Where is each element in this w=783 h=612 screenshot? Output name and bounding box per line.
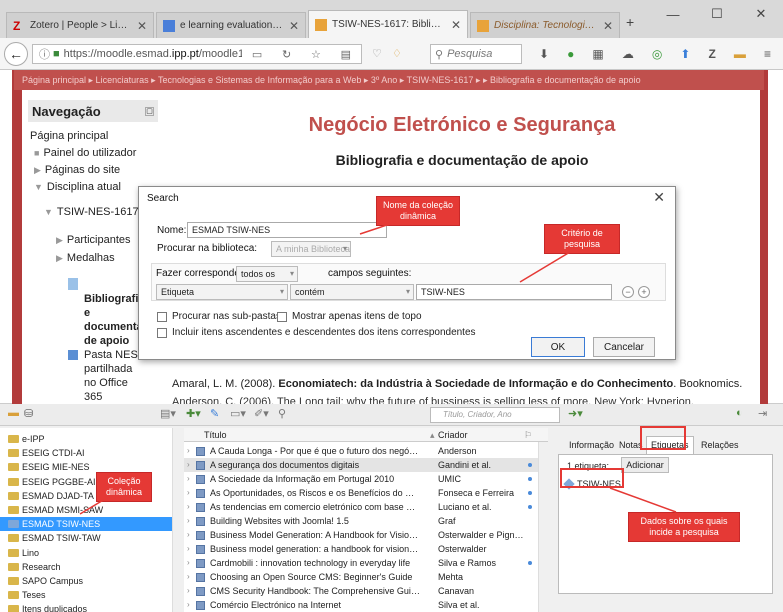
callout-arrows (79, 221, 677, 515)
